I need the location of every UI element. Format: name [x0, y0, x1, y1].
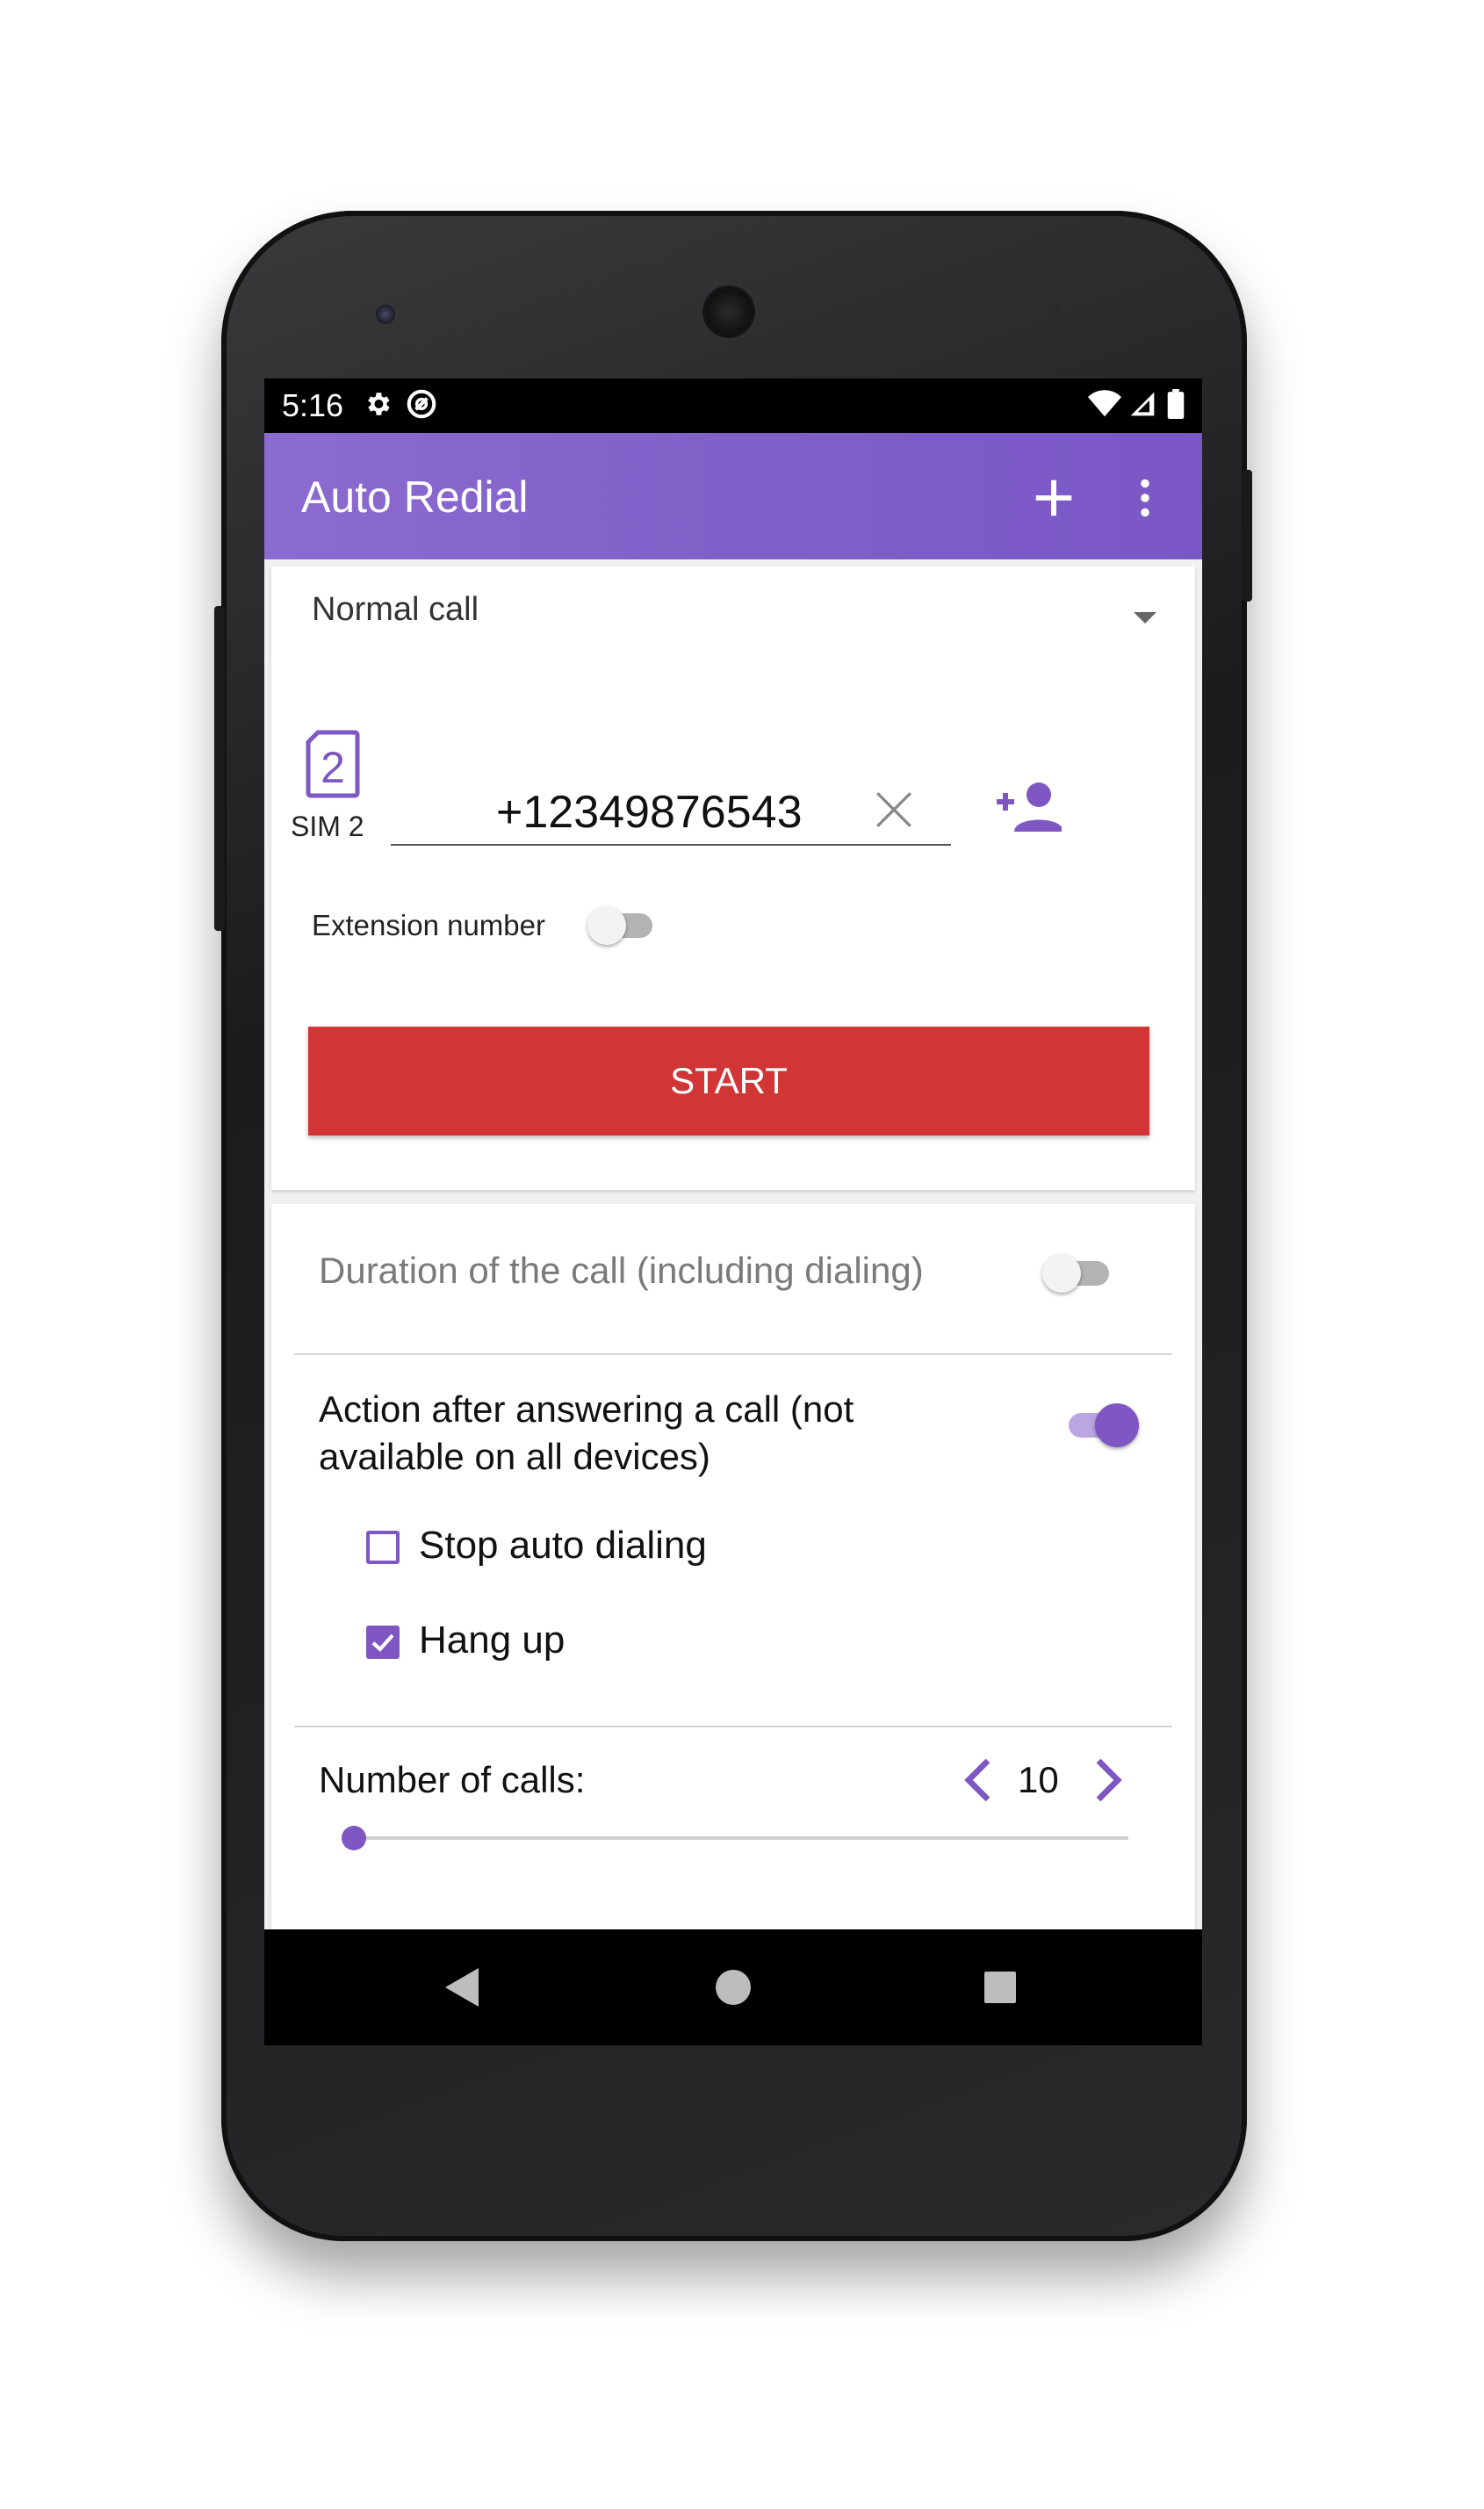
- sim-card-icon: 2: [306, 730, 360, 803]
- number-of-calls-value: 10: [1018, 1759, 1059, 1800]
- light-sensor: [1082, 305, 1091, 314]
- call-setup-card: Normal call 2 SIM 2 +12349876543 Extensi…: [271, 566, 1195, 1190]
- main-content: Normal call 2 SIM 2 +12349876543 Extensi…: [264, 559, 1202, 1942]
- power-button: [1242, 470, 1252, 602]
- slider-track: [352, 1836, 1128, 1840]
- settings-gear-icon: [363, 389, 393, 423]
- navigation-bar: [264, 1929, 1202, 2045]
- earpiece-speaker: [702, 285, 755, 338]
- app-title: Auto Redial: [301, 472, 529, 522]
- status-bar: 5:16: [264, 379, 1202, 433]
- sim-label: SIM 2: [291, 811, 364, 842]
- call-type-value: Normal call: [312, 591, 479, 628]
- divider: [294, 1726, 1172, 1727]
- action-switch[interactable]: [1069, 1401, 1142, 1450]
- hang-up-checkbox[interactable]: [366, 1626, 400, 1659]
- cell-signal-icon: [1128, 390, 1156, 422]
- stop-auto-dialing-label: Stop auto dialing: [419, 1524, 707, 1567]
- duration-switch[interactable]: [1042, 1251, 1116, 1295]
- proximity-sensor: [1049, 303, 1062, 315]
- status-time: 5:16: [282, 387, 344, 423]
- home-icon[interactable]: [714, 1968, 753, 2011]
- divider: [294, 1353, 1172, 1355]
- phone-number-input[interactable]: +12349876543: [391, 742, 951, 846]
- dropdown-arrow-icon: [1134, 612, 1156, 629]
- settings-card: Duration of the call (including dialing)…: [271, 1204, 1195, 1942]
- hang-up-label: Hang up: [419, 1619, 566, 1662]
- wifi-icon: [1088, 389, 1121, 422]
- battery-icon: [1167, 388, 1185, 423]
- extension-label: Extension number: [312, 909, 545, 941]
- add-contact-icon[interactable]: [995, 781, 1063, 836]
- number-of-calls-slider[interactable]: [342, 1819, 1132, 1857]
- action-label-line2: available on all devices): [319, 1436, 710, 1477]
- start-button[interactable]: START: [308, 1027, 1149, 1136]
- action-label-line1: Action after answering a call (not: [319, 1388, 854, 1430]
- increment-chevron-icon[interactable]: [1093, 1756, 1125, 1809]
- stop-auto-dialing-option[interactable]: Stop auto dialing: [364, 1522, 803, 1575]
- start-button-label: START: [670, 1060, 788, 1101]
- sim-badge-number: 2: [321, 743, 345, 792]
- extension-switch[interactable]: [587, 904, 658, 948]
- data-saver-icon: [405, 387, 438, 425]
- sim-selector[interactable]: 2 SIM 2: [287, 730, 393, 844]
- decrement-chevron-icon[interactable]: [962, 1756, 993, 1809]
- clear-icon[interactable]: [872, 788, 916, 836]
- volume-button: [214, 606, 225, 931]
- front-camera: [376, 305, 395, 324]
- slider-thumb[interactable]: [342, 1826, 366, 1850]
- screen: 5:16 Auto Redial Normal call 2 SIM 2 +12…: [264, 379, 1202, 2045]
- hang-up-option[interactable]: Hang up: [364, 1617, 803, 1669]
- duration-label: Duration of the call (including dialing): [319, 1250, 924, 1291]
- add-icon[interactable]: [1030, 474, 1077, 526]
- checkmark-icon: [371, 1633, 394, 1652]
- number-of-calls-label: Number of calls:: [319, 1759, 586, 1800]
- phone-number-value: +12349876543: [496, 787, 803, 838]
- call-type-dropdown[interactable]: Normal call: [271, 566, 1195, 654]
- app-bar: Auto Redial: [264, 433, 1202, 559]
- back-icon[interactable]: [443, 1966, 480, 2013]
- more-options-icon[interactable]: [1139, 479, 1151, 522]
- recents-icon[interactable]: [983, 1970, 1018, 2009]
- stop-auto-dialing-checkbox[interactable]: [366, 1531, 400, 1564]
